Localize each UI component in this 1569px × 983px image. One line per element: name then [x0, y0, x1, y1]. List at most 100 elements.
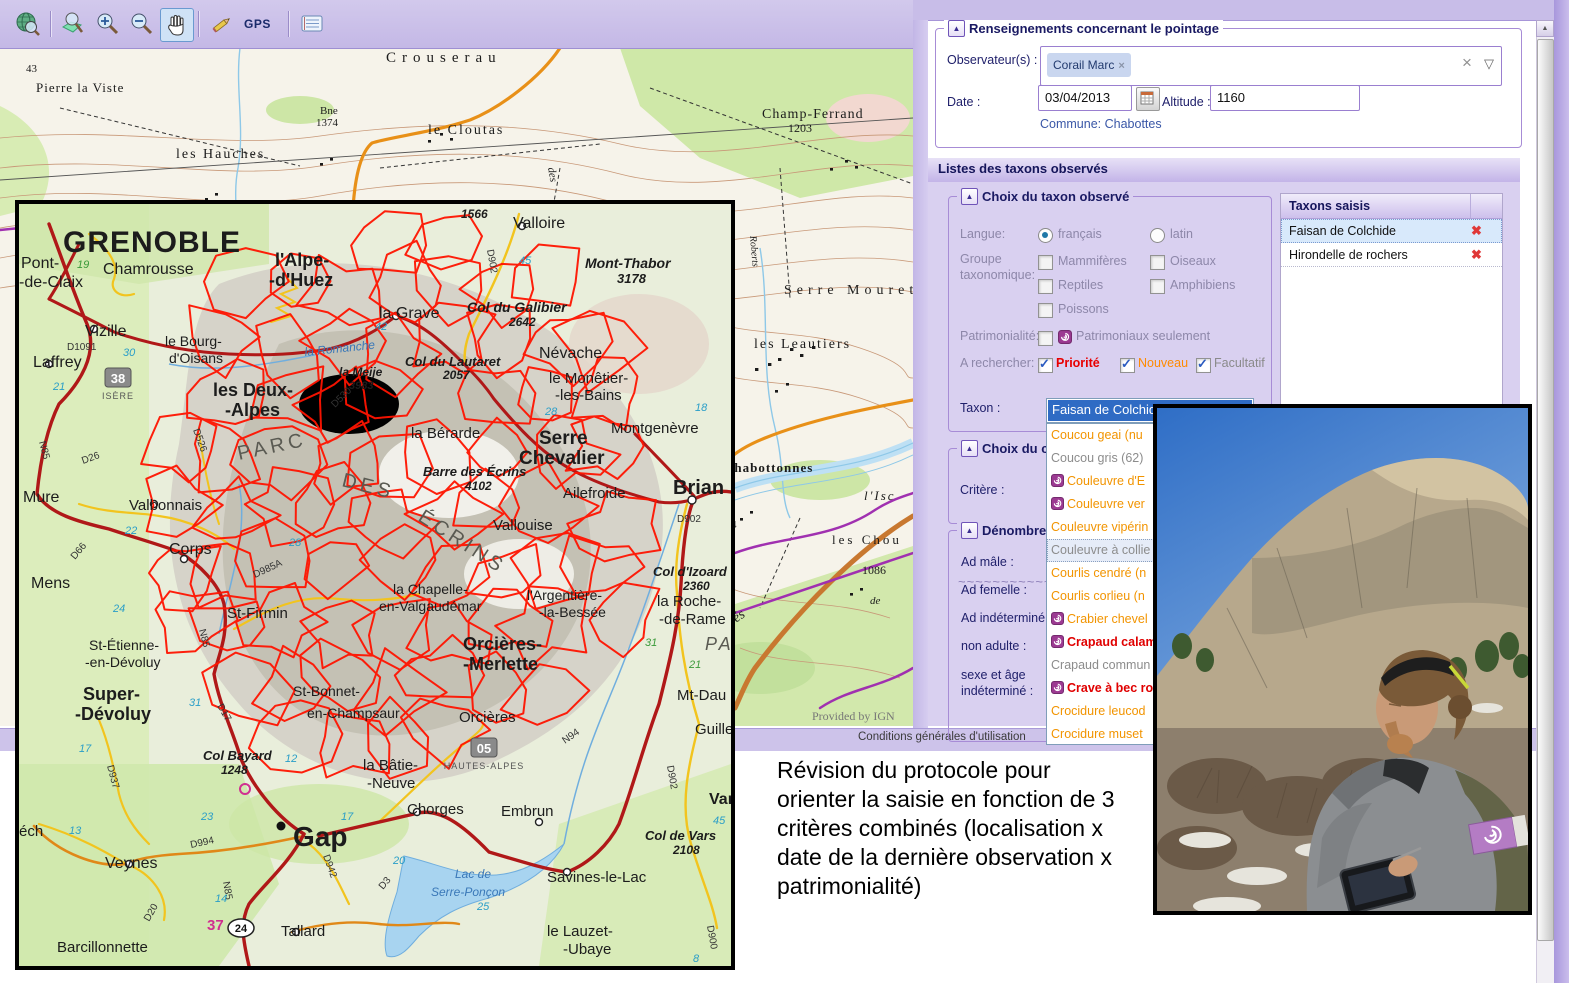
svg-text:Orcières: Orcières [459, 709, 516, 726]
svg-text:Provided by IGN: Provided by IGN [812, 709, 895, 723]
radio-francais[interactable] [1038, 228, 1053, 243]
calendar-button[interactable] [1136, 87, 1160, 111]
grid-header[interactable]: Taxons saisis [1281, 194, 1502, 219]
checkbox-patrimoniaux[interactable] [1038, 331, 1053, 346]
svg-text:les Hauches: les Hauches [176, 147, 265, 162]
svg-text:St-Bonnet-: St-Bonnet- [293, 683, 360, 699]
gps-button[interactable]: GPS [244, 17, 271, 31]
taxon-row[interactable]: Faisan de Colchide ✖ [1281, 219, 1502, 243]
svg-text:en-Champsaur: en-Champsaur [307, 705, 400, 721]
svg-text:Chabottonnes: Chabottonnes [724, 460, 813, 475]
svg-text:Bne: Bne [320, 105, 338, 117]
checkbox-nouveau[interactable] [1120, 356, 1135, 373]
date-input[interactable]: 03/04/2013 [1038, 85, 1132, 111]
svg-text:25: 25 [476, 901, 490, 913]
combo-clear-icon[interactable]: × [1462, 53, 1472, 73]
collapse-button[interactable]: ▲ [948, 20, 965, 37]
delete-taxon-icon[interactable]: ✖ [1471, 223, 1482, 239]
svg-text:Vizille: Vizille [85, 323, 127, 340]
collapse-button[interactable]: ▲ [961, 440, 978, 457]
svg-text:l'Isc: l'Isc [864, 488, 896, 503]
collapse-button[interactable]: ▲ [961, 188, 978, 205]
svg-text:Var: Var [709, 791, 731, 808]
svg-text:HAUTES-ALPES: HAUTES-ALPES [444, 761, 525, 771]
delete-taxon-icon[interactable]: ✖ [1471, 247, 1482, 263]
svg-text:le Cloutas: le Cloutas [428, 123, 504, 138]
svg-text:3983: 3983 [349, 380, 373, 392]
collapse-button[interactable]: ▲ [961, 522, 978, 539]
svg-text:-en-Dévoluy: -en-Dévoluy [85, 654, 160, 670]
svg-text:4102: 4102 [464, 479, 492, 493]
draw-point-button[interactable] [206, 8, 238, 40]
svg-text:Champ-Ferrand: Champ-Ferrand [762, 107, 864, 122]
chip-remove-icon[interactable]: × [1118, 60, 1124, 72]
observer-chip[interactable]: Corail Marc × [1047, 53, 1131, 77]
zoom-in-button[interactable] [92, 8, 124, 40]
svg-text:Col d'Izoard: Col d'Izoard [653, 564, 728, 579]
calendar-icon [1140, 91, 1154, 105]
svg-text:05: 05 [477, 741, 491, 756]
priorite-label: Priorité [1056, 356, 1100, 370]
svg-text:Laffrey: Laffrey [33, 354, 82, 371]
svg-text:St-Firmin: St-Firmin [227, 605, 288, 622]
checkbox-mammiferes[interactable] [1038, 255, 1053, 270]
taxon-row[interactable]: Hirondelle de rochers ✖ [1281, 243, 1502, 267]
checkbox-facultatif[interactable] [1196, 356, 1211, 373]
pencil-icon [212, 18, 231, 33]
checkbox-oiseaux[interactable] [1150, 255, 1165, 270]
grid-header-actions-col [1470, 194, 1502, 218]
checkbox-reptiles[interactable] [1038, 279, 1053, 294]
svg-text:-Merlette: -Merlette [463, 654, 538, 674]
svg-text:la Meije: la Meije [339, 365, 383, 379]
svg-text:28: 28 [288, 537, 302, 549]
zoom-out-button[interactable] [126, 8, 158, 40]
zoom-full-extent-button[interactable] [12, 8, 44, 40]
checkbox-amphibiens-label: Amphibiens [1170, 278, 1236, 292]
svg-text:Mont-Thabor: Mont-Thabor [585, 255, 672, 271]
zoom-region-button[interactable] [58, 8, 90, 40]
svg-text:14: 14 [215, 893, 227, 905]
pan-tool-button[interactable] [160, 8, 194, 42]
map-toolbar: GPS [0, 0, 913, 49]
svg-text:Super-: Super- [83, 684, 140, 704]
svg-text:1203: 1203 [788, 121, 812, 135]
svg-text:D1091: D1091 [67, 342, 97, 353]
svg-text:13: 13 [69, 825, 82, 837]
pane-divider [913, 20, 928, 728]
globe-magnifier-icon [16, 12, 40, 36]
svg-text:la Chapelle-: la Chapelle- [393, 581, 468, 597]
checkbox-poissons-label: Poissons [1058, 302, 1109, 316]
svg-text:GRENOBLE: GRENOBLE [63, 226, 241, 259]
radio-latin-label: latin [1170, 227, 1193, 241]
svg-text:Ailefroide: Ailefroide [563, 485, 626, 502]
svg-text:45: 45 [713, 815, 726, 827]
svg-text:de: de [870, 595, 881, 607]
svg-text:des: des [545, 166, 559, 183]
checkbox-mammiferes-label: Mammifères [1058, 254, 1127, 268]
svg-text:D902: D902 [677, 514, 701, 525]
checkbox-poissons[interactable] [1038, 303, 1053, 318]
choix-taxon-title: Choix du taxon observé [982, 189, 1130, 204]
scrollbar-up-icon[interactable]: ▲ [1536, 20, 1554, 37]
zoom-in-icon [97, 13, 119, 35]
scrollbar-thumb[interactable] [1537, 39, 1554, 941]
svg-text:-Ubaye: -Ubaye [563, 941, 611, 958]
svg-text:19: 19 [77, 259, 89, 271]
checkbox-amphibiens[interactable] [1150, 279, 1165, 294]
altitude-input[interactable]: 1160 [1210, 85, 1360, 111]
nouveau-label: Nouveau [1138, 356, 1189, 370]
svg-text:Col de Vars: Col de Vars [645, 828, 716, 843]
combo-dropdown-icon[interactable]: ▽ [1484, 56, 1494, 72]
svg-text:Barcillonnette: Barcillonnette [57, 939, 148, 956]
svg-text:Mens: Mens [31, 575, 70, 592]
svg-text:-Neuve: -Neuve [367, 775, 415, 792]
radio-latin[interactable] [1150, 228, 1165, 243]
list-panel-button[interactable] [296, 8, 328, 40]
svg-text:28: 28 [544, 406, 558, 418]
patrimoniaux-label: Patrimoniaux seulement [1076, 329, 1211, 343]
langue-label: Langue: [960, 227, 1006, 241]
svg-text:Gap: Gap [293, 821, 347, 852]
svg-text:Tallard: Tallard [281, 923, 325, 940]
checkbox-priorite[interactable] [1038, 356, 1053, 373]
svg-text:Col Bayard: Col Bayard [203, 748, 273, 763]
